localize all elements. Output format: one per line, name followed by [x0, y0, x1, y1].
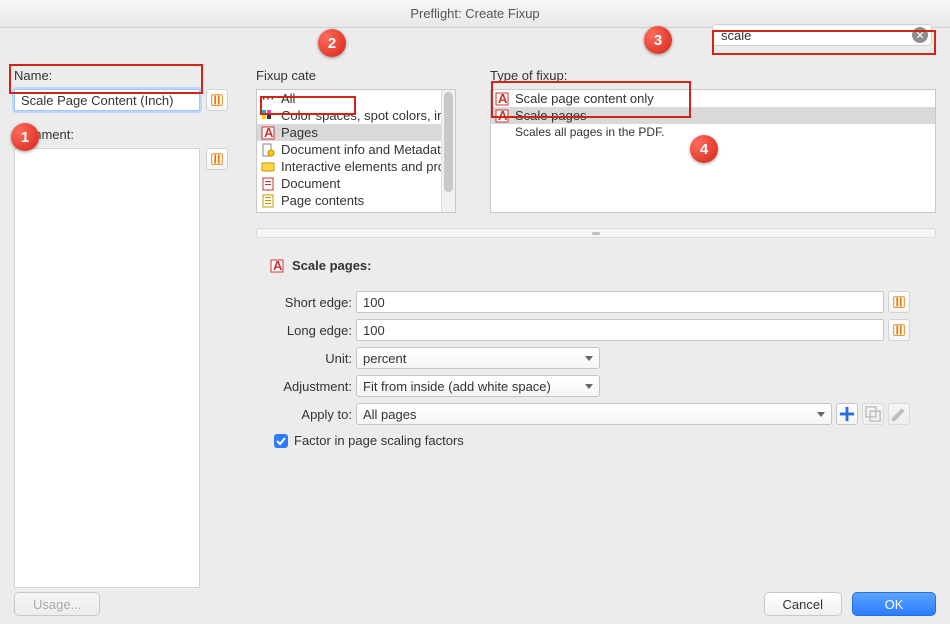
- document-icon: [261, 177, 275, 191]
- long-edge-variable-icon[interactable]: [888, 319, 910, 341]
- list-item[interactable]: Interactive elements and proper: [257, 158, 455, 175]
- list-item[interactable]: AScale pages: [491, 107, 935, 124]
- callout-badge: 4: [690, 135, 718, 163]
- callout-badge: 2: [318, 29, 346, 57]
- edit-button[interactable]: [888, 403, 910, 425]
- color-icon: [261, 109, 275, 123]
- list-item[interactable]: Color spaces, spot colors, inks: [257, 107, 455, 124]
- svg-text:A: A: [498, 92, 508, 106]
- factor-checkbox-label: Factor in page scaling factors: [294, 433, 464, 448]
- list-item[interactable]: APages: [257, 124, 455, 141]
- apply-to-select[interactable]: All pages: [356, 403, 832, 425]
- search-wrap: ✕: [712, 24, 932, 46]
- clear-search-icon[interactable]: ✕: [912, 27, 928, 43]
- pdf-icon: A: [495, 109, 509, 123]
- settings-panel: A Scale pages: Short edge: Long edge: Un…: [270, 258, 910, 448]
- short-edge-variable-icon[interactable]: [888, 291, 910, 313]
- ok-button[interactable]: OK: [852, 592, 936, 616]
- checkbox-checked-icon[interactable]: [274, 434, 288, 448]
- callout-badge: 3: [644, 26, 672, 54]
- dots-icon: ⋯: [261, 92, 275, 106]
- type-of-fixup-label: Type of fixup:: [490, 68, 936, 83]
- list-item[interactable]: ⋯All: [257, 90, 455, 107]
- adjustment-label: Adjustment:: [270, 379, 352, 394]
- fixup-category-label: Fixup cate: [256, 68, 456, 83]
- cancel-button[interactable]: Cancel: [764, 592, 842, 616]
- category-list[interactable]: ⋯All Color spaces, spot colors, inks APa…: [256, 89, 456, 213]
- long-edge-input[interactable]: [356, 319, 884, 341]
- name-label: Name:: [14, 68, 232, 83]
- settings-heading: A Scale pages:: [270, 258, 910, 273]
- comment-variable-icon[interactable]: [206, 148, 228, 170]
- interactive-icon: [261, 160, 275, 174]
- pdf-icon: A: [261, 126, 275, 140]
- svg-text:A: A: [273, 259, 283, 273]
- add-button[interactable]: [836, 403, 858, 425]
- doc-info-icon: [261, 143, 275, 157]
- list-item[interactable]: Document: [257, 175, 455, 192]
- list-item[interactable]: Document info and Metadata: [257, 141, 455, 158]
- factor-checkbox-row[interactable]: Factor in page scaling factors: [274, 433, 910, 448]
- short-edge-input[interactable]: [356, 291, 884, 313]
- short-edge-label: Short edge:: [270, 295, 352, 310]
- comment-label: Comment:: [14, 127, 232, 142]
- list-item[interactable]: Page contents: [257, 192, 455, 209]
- long-edge-label: Long edge:: [270, 323, 352, 338]
- name-input[interactable]: [14, 89, 200, 111]
- search-input[interactable]: [712, 24, 932, 46]
- svg-text:A: A: [264, 126, 274, 140]
- callout-badge: 1: [11, 123, 39, 151]
- unit-label: Unit:: [270, 351, 352, 366]
- left-column: Name: Comment:: [14, 68, 232, 588]
- adjustment-select[interactable]: Fit from inside (add white space): [356, 375, 600, 397]
- list-item[interactable]: AScale page content only: [491, 90, 935, 107]
- pdf-icon: A: [495, 92, 509, 106]
- name-variable-icon[interactable]: [206, 89, 228, 111]
- duplicate-button[interactable]: [862, 403, 884, 425]
- apply-to-label: Apply to:: [270, 407, 352, 422]
- comment-textarea[interactable]: [14, 148, 200, 588]
- scrollbar[interactable]: [441, 90, 455, 212]
- dialog-content: Name: Comment: Fixup cate ⋯All Color spa…: [0, 28, 950, 624]
- pdf-icon: A: [270, 259, 284, 273]
- splitter-handle[interactable]: [256, 228, 936, 238]
- unit-select[interactable]: percent: [356, 347, 600, 369]
- page-contents-icon: [261, 194, 275, 208]
- footer: Usage... Cancel OK: [14, 592, 936, 616]
- usage-button[interactable]: Usage...: [14, 592, 100, 616]
- svg-text:A: A: [498, 109, 508, 123]
- category-column: Fixup cate ⋯All Color spaces, spot color…: [256, 68, 456, 213]
